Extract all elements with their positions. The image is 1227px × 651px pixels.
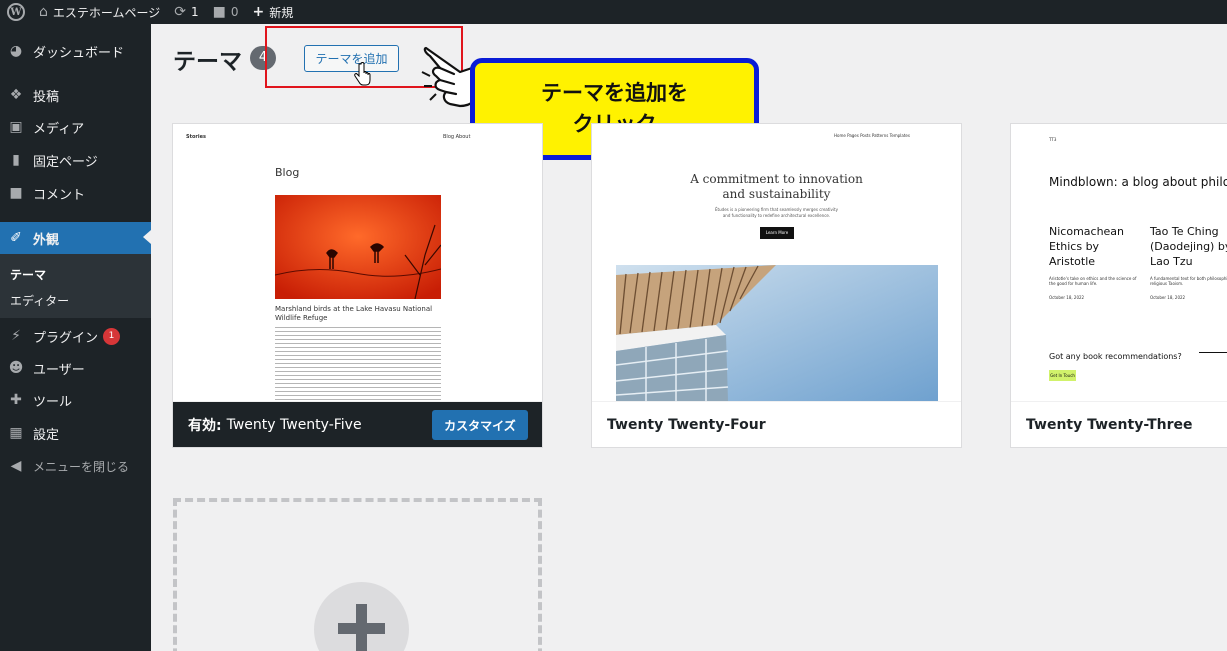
preview-post-1: Nicomachean Ethics by Aristotle <box>1049 225 1125 268</box>
preview-nav: Home Pages Posts Patterns Templates <box>834 133 910 138</box>
preview-excerpt-2: A fundamental text for both philosophica… <box>1150 276 1227 286</box>
plugin-update-badge: 1 <box>103 327 121 345</box>
preview-headline-2: and sustainability <box>722 187 831 201</box>
comments-count: 0 <box>230 5 239 19</box>
menu-tools[interactable]: ✚ ツール <box>0 385 151 415</box>
plus-vertical <box>356 604 367 651</box>
theme-footer: Twenty Twenty-Three <box>1011 401 1227 447</box>
menu-media[interactable]: ▣ メディア <box>0 112 151 142</box>
settings-icon: ▦ <box>9 425 23 441</box>
collapse-arrow-icon: ◀ <box>10 458 22 474</box>
preview-sub-2: and functionality to redefine architectu… <box>722 213 831 218</box>
site-name-link[interactable]: ⌂ エステホームページ <box>32 0 167 24</box>
preview-site-name: Stories <box>186 134 206 140</box>
preview-body-text <box>275 324 441 401</box>
menu-appearance[interactable]: ✐ 外観 <box>0 222 151 254</box>
preview-excerpt-1: Aristotle's take on ethics and the scien… <box>1049 276 1137 286</box>
theme-screenshot: TT3 Mindblown: a blog about philo Nicoma… <box>1011 124 1227 401</box>
theme-screenshot: Stories Blog About Blog Marshland birds … <box>173 124 542 401</box>
brush-icon: ✐ <box>10 230 22 246</box>
appearance-submenu: テーマ エディター <box>0 254 151 318</box>
theme-name: Twenty Twenty-Three <box>1026 416 1193 433</box>
menu-label: ユーザー <box>33 362 85 378</box>
menu-label: ツール <box>33 394 73 410</box>
theme-name: Twenty Twenty-Four <box>607 416 766 433</box>
preview-sub-1: Études is a pioneering firm that seamles… <box>715 207 838 212</box>
theme-card-twenty-twenty-five[interactable]: Stories Blog About Blog Marshland birds … <box>173 124 542 447</box>
page-icon: ▮ <box>12 152 20 168</box>
admin-sidebar: ◕ ダッシュボード ❖ 投稿 ▣ メディア ▮ 固定ページ ■ コメント ✐ 外… <box>0 24 151 651</box>
submenu-themes[interactable]: テーマ <box>10 266 46 283</box>
preview-site-name: TT3 <box>1049 137 1057 142</box>
add-plus-icon <box>314 582 409 651</box>
plus-icon: + <box>252 4 265 20</box>
preview-building-image <box>616 265 938 401</box>
preview-heading: Blog <box>275 166 300 179</box>
preview-nav: Blog About <box>443 134 471 140</box>
preview-get-in-touch-button: Get In Touch <box>1049 370 1076 381</box>
customize-button[interactable]: カスタマイズ <box>432 410 528 440</box>
media-icon: ▣ <box>9 119 23 135</box>
menu-label: 投稿 <box>33 89 60 105</box>
preview-date-1: October 18, 2022 <box>1049 295 1085 300</box>
menu-label: 外観 <box>33 232 60 248</box>
menu-label: コメント <box>33 187 86 203</box>
preview-question: Got any book recommendations? <box>1049 352 1182 361</box>
menu-pages[interactable]: ▮ 固定ページ <box>0 145 151 175</box>
menu-label: 設定 <box>33 427 60 443</box>
theme-footer: 有効: Twenty Twenty-Five カスタマイズ <box>173 401 542 447</box>
hand-cursor-icon <box>354 62 371 86</box>
menu-label: 固定ページ <box>33 154 98 170</box>
theme-name: Twenty Twenty-Five <box>226 416 362 433</box>
preview-bird-image <box>275 195 441 299</box>
refresh-icon: ⟳ <box>174 4 187 20</box>
menu-label: メディア <box>33 121 85 137</box>
theme-footer: Twenty Twenty-Four <box>592 401 961 447</box>
page-title: テーマ <box>173 49 242 75</box>
preview-date-2: October 18, 2022 <box>1150 295 1186 300</box>
comment-icon: ■ <box>212 4 226 20</box>
preview-headline-1: A commitment to innovation <box>690 172 863 186</box>
menu-users[interactable]: ☻ ユーザー <box>0 353 151 383</box>
theme-card-twenty-twenty-four[interactable]: Home Pages Posts Patterns Templates A co… <box>592 124 961 447</box>
menu-dashboard[interactable]: ◕ ダッシュボード <box>0 36 151 66</box>
new-content-link[interactable]: + 新規 <box>246 0 301 24</box>
active-label: 有効: <box>188 417 222 434</box>
menu-label: プラグイン <box>33 330 99 346</box>
wrench-icon: ✚ <box>10 392 22 408</box>
user-icon: ☻ <box>8 360 24 376</box>
theme-card-twenty-twenty-three[interactable]: TT3 Mindblown: a blog about philo Nicoma… <box>1011 124 1227 447</box>
collapse-label: メニューを閉じる <box>33 459 130 474</box>
preview-divider <box>1199 352 1227 353</box>
theme-screenshot: Home Pages Posts Patterns Templates A co… <box>592 124 961 401</box>
preview-learn-more-button: Learn More <box>760 227 794 239</box>
site-name-label: エステホームページ <box>52 5 161 20</box>
submenu-editor[interactable]: エディター <box>10 292 69 309</box>
menu-comments[interactable]: ■ コメント <box>0 178 151 208</box>
updates-link[interactable]: ⟳ 1 <box>167 0 205 24</box>
preview-post-2: Tao Te Ching (Daodejing) by Lao Tzu <box>1150 225 1227 268</box>
menu-plugins[interactable]: ⚡ プラグイン 1 <box>0 321 151 351</box>
add-new-theme-card[interactable] <box>173 498 542 651</box>
comments-link[interactable]: ■ 0 <box>206 0 246 24</box>
wordpress-logo-button[interactable]: W <box>0 0 32 24</box>
wordpress-logo-icon: W <box>7 3 25 21</box>
menu-posts[interactable]: ❖ 投稿 <box>0 80 151 110</box>
collapse-menu-button[interactable]: ◀ メニューを閉じる <box>0 451 151 481</box>
menu-settings[interactable]: ▦ 設定 <box>0 418 151 448</box>
admin-bar: W ⌂ エステホームページ ⟳ 1 ■ 0 + 新規 <box>0 0 1227 24</box>
new-label: 新規 <box>269 5 294 20</box>
dashboard-icon: ◕ <box>9 43 23 59</box>
menu-label: ダッシュボード <box>33 45 125 61</box>
updates-count: 1 <box>191 5 199 19</box>
comment-icon: ■ <box>9 185 23 201</box>
preview-post-title: Marshland birds at the Lake Havasu Natio… <box>275 305 433 322</box>
plugin-icon: ⚡ <box>11 328 21 344</box>
home-icon: ⌂ <box>39 4 48 20</box>
preview-headline: Mindblown: a blog about philo <box>1049 175 1227 189</box>
pin-icon: ❖ <box>9 87 23 103</box>
callout-line-1: テーマを追加を <box>541 81 688 105</box>
